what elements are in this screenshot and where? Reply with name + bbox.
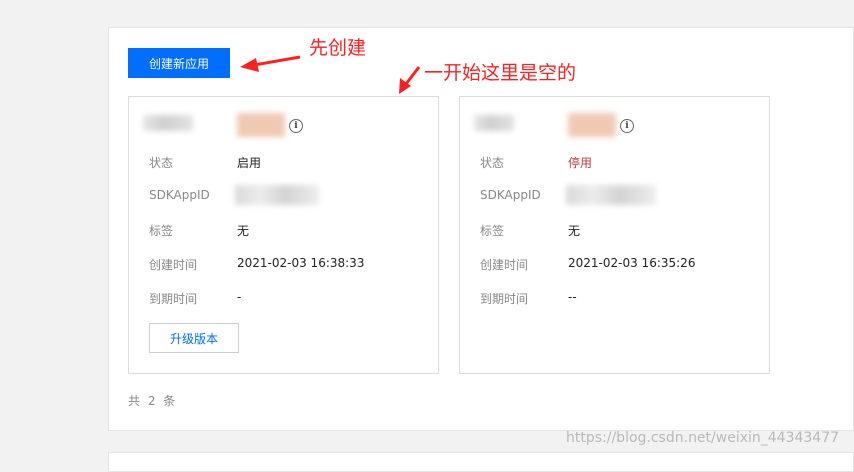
tags-value: 无 [568,224,581,238]
expire-time-label: 到期时间 [480,292,529,306]
arrow-to-create-button [240,55,301,72]
app-card: i 状态 停用 SDKAppID 标签 无 创建时间 2021-02-03 16… [459,96,770,374]
info-circle-icon[interactable]: i [289,119,303,133]
expire-time-value: -- [568,290,577,304]
sdkappid-label: SDKAppID [480,188,541,202]
tags-label: 标签 [149,224,174,238]
status-value: 启用 [237,156,262,170]
upgrade-version-button[interactable]: 升级版本 [149,323,239,353]
expire-time-label: 到期时间 [149,292,198,306]
app-name-redacted [474,115,514,131]
arrow-to-card [399,66,421,94]
created-time-value: 2021-02-03 16:38:33 [237,256,365,270]
info-circle-icon[interactable]: i [620,119,634,133]
status-label: 状态 [149,156,174,170]
app-name-redacted [143,115,193,131]
total-count: 共 2 条 [128,394,178,408]
created-time-value: 2021-02-03 16:35:26 [568,256,696,270]
status-value: 停用 [568,156,593,170]
tags-label: 标签 [480,224,505,238]
created-time-label: 创建时间 [149,258,198,272]
sdkappid-value-redacted [566,185,656,205]
status-label: 状态 [480,156,505,170]
sdkappid-value-redacted [235,185,319,205]
expire-time-value: - [237,290,242,304]
created-time-label: 创建时间 [480,258,529,272]
watermark: https://blog.csdn.net/weixin_44343477 [566,430,840,446]
app-card: i 状态 启用 SDKAppID 标签 无 创建时间 2021-02-03 16… [128,96,439,374]
app-id-redacted [568,113,616,137]
sdkappid-label: SDKAppID [149,188,210,202]
app-id-redacted [237,113,285,137]
tags-value: 无 [237,224,250,238]
